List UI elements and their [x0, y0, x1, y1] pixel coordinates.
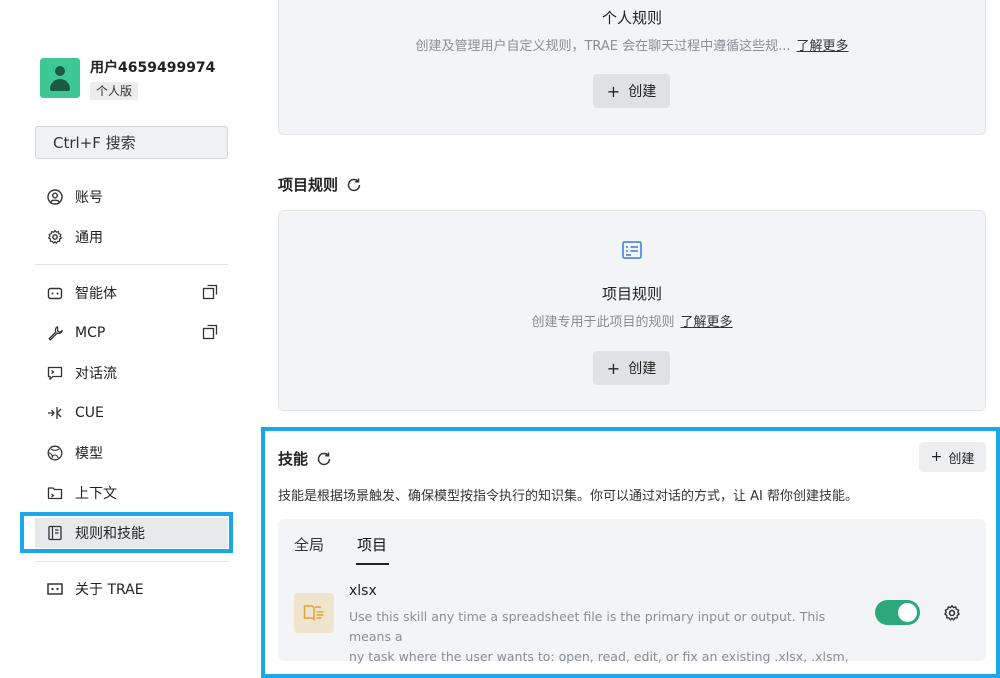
sidebar-item-general[interactable]: 通用: [35, 222, 228, 252]
sidebar-item-models[interactable]: 模型: [35, 438, 228, 468]
sidebar-item-context[interactable]: 上下文: [35, 478, 228, 508]
user-circle-icon: [47, 189, 63, 205]
chat-terminal-icon: [47, 365, 63, 381]
model-icon: [47, 445, 63, 461]
card-title: 个人规则: [601, 9, 662, 27]
plus-icon: +: [606, 358, 621, 378]
card-description: 创建专用于此项目的规则 了解更多: [531, 315, 733, 330]
sidebar-item-account[interactable]: 账号: [35, 182, 228, 212]
cue-icon: [47, 405, 63, 421]
sidebar-item-label: 上下文: [75, 486, 117, 502]
user-name: 用户4659499974: [90, 60, 216, 76]
divider: [35, 561, 228, 562]
personal-rules-card: 个人规则 创建及管理用户自定义规则，TRAE 会在聊天过程中遵循这些规... 了解…: [278, 0, 986, 135]
rules-list-icon: [622, 241, 642, 263]
sidebar-item-label: 模型: [75, 446, 103, 462]
bot-icon: [47, 285, 63, 301]
open-external-icon[interactable]: [202, 324, 218, 340]
trae-logo-icon: [47, 581, 63, 597]
sidebar-item-label: CUE: [75, 405, 104, 421]
avatar: [40, 58, 80, 98]
folder-icon: [47, 485, 63, 501]
open-external-icon[interactable]: [202, 284, 218, 300]
plus-icon: +: [606, 81, 621, 101]
wrench-icon: [47, 325, 63, 341]
learn-more-link[interactable]: 了解更多: [797, 39, 849, 54]
highlight-frame: [20, 512, 233, 553]
create-project-rule-button[interactable]: + 创建: [593, 351, 670, 385]
divider: [35, 264, 228, 265]
sidebar-item-label: 对话流: [75, 366, 117, 382]
learn-more-link[interactable]: 了解更多: [681, 315, 733, 330]
sidebar: 用户4659499974 个人版 Ctrl+F 搜索 账号 通用 智能体 MCP: [0, 0, 258, 678]
sidebar-item-cue[interactable]: CUE: [35, 398, 228, 428]
sidebar-item-agents[interactable]: 智能体: [35, 278, 228, 308]
card-title: 项目规则: [601, 285, 662, 303]
project-rules-header: 项目规则: [278, 174, 362, 195]
sidebar-item-mcp[interactable]: MCP: [35, 318, 228, 348]
sidebar-item-label: MCP: [75, 325, 106, 341]
sidebar-item-label: 关于 TRAE: [75, 582, 144, 598]
sidebar-item-flows[interactable]: 对话流: [35, 358, 228, 388]
sidebar-item-label: 账号: [75, 190, 103, 206]
sidebar-item-about[interactable]: 关于 TRAE: [35, 574, 228, 604]
project-rules-card: 项目规则 创建专用于此项目的规则 了解更多 + 创建: [278, 210, 986, 411]
card-description: 创建及管理用户自定义规则，TRAE 会在聊天过程中遵循这些规... 了解更多: [415, 39, 849, 54]
refresh-icon[interactable]: [346, 177, 362, 193]
user-profile: 用户4659499974 个人版: [40, 58, 215, 100]
sidebar-item-label: 智能体: [75, 286, 117, 302]
highlight-frame: [261, 427, 1000, 678]
gear-icon: [47, 229, 63, 245]
plan-badge: 个人版: [90, 82, 139, 100]
create-personal-rule-button[interactable]: + 创建: [593, 74, 670, 108]
search-input[interactable]: Ctrl+F 搜索: [35, 126, 228, 159]
sidebar-item-label: 通用: [75, 230, 103, 246]
